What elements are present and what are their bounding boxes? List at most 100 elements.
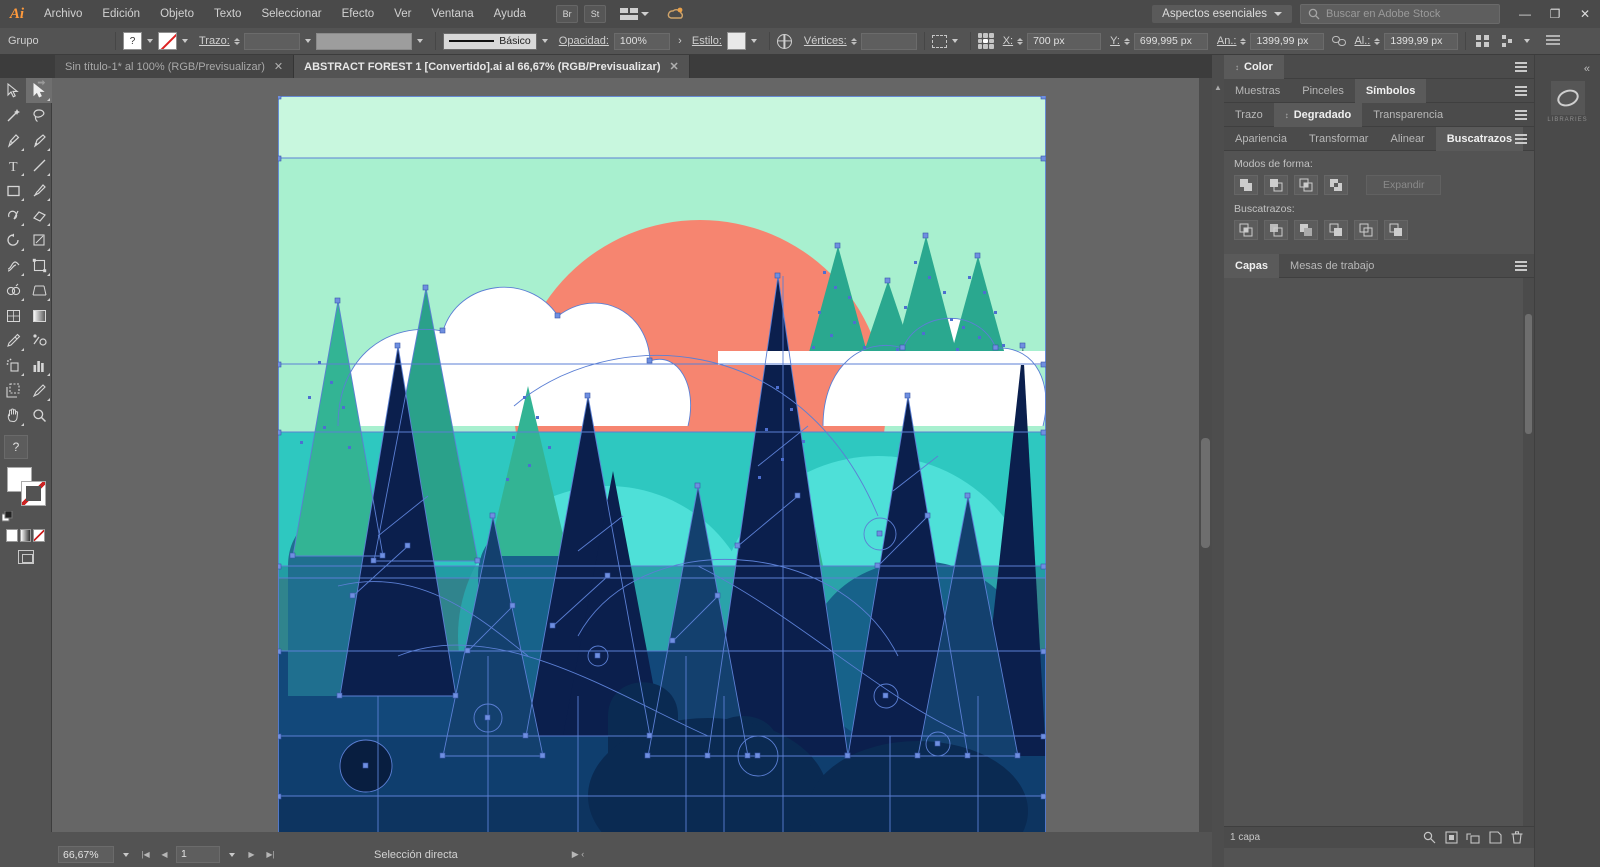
menu-objeto[interactable]: Objeto <box>150 0 204 28</box>
zoom-level-field[interactable]: 66,67% <box>58 846 114 863</box>
line-segment-tool[interactable] <box>26 153 52 178</box>
menu-archivo[interactable]: Archivo <box>34 0 92 28</box>
x-stepper[interactable] <box>1017 38 1023 45</box>
collapse-panels-icon[interactable]: « <box>1584 63 1590 75</box>
stroke-dropdown-icon[interactable] <box>182 39 188 43</box>
document-canvas[interactable] <box>52 78 1212 832</box>
close-tab-icon[interactable]: ✕ <box>274 60 283 73</box>
menu-seleccionar[interactable]: Seleccionar <box>251 0 331 28</box>
lasso-tool[interactable] <box>26 103 52 128</box>
menu-efecto[interactable]: Efecto <box>332 0 385 28</box>
perspective-grid-tool[interactable] <box>26 278 52 303</box>
delete-layer-icon[interactable] <box>1506 829 1528 847</box>
vertices-field[interactable] <box>861 33 917 50</box>
layers-scrollbar[interactable] <box>1523 278 1534 826</box>
lock-proportions-icon[interactable] <box>1332 35 1348 47</box>
tab-transformar[interactable]: Transformar <box>1298 127 1380 151</box>
blend-tool[interactable] <box>26 328 52 353</box>
y-stepper[interactable] <box>1124 38 1130 45</box>
stock-search-input[interactable]: Buscar en Adobe Stock <box>1300 4 1500 24</box>
minus-front-button[interactable] <box>1264 175 1288 195</box>
stroke-profile-field[interactable] <box>316 33 412 50</box>
eyedropper-tool[interactable] <box>0 328 26 353</box>
rectangle-tool[interactable] <box>0 178 26 203</box>
tab-buscatrazos[interactable]: Buscatrazos <box>1436 127 1523 151</box>
tab-pinceles[interactable]: Pinceles <box>1291 79 1355 103</box>
scrollbar-thumb[interactable] <box>1525 314 1532 434</box>
outline-button[interactable] <box>1354 220 1378 240</box>
next-artboard-button[interactable]: ▶ <box>244 846 259 863</box>
intersect-button[interactable] <box>1294 175 1318 195</box>
status-menu-icon[interactable]: ▶ ‹ <box>572 849 584 860</box>
none-fill-button[interactable] <box>33 529 45 542</box>
menu-texto[interactable]: Texto <box>204 0 252 28</box>
shape-builder-tool[interactable] <box>0 278 26 303</box>
artboard-tool[interactable] <box>0 378 26 403</box>
zoom-tool[interactable] <box>26 403 52 428</box>
height-stepper[interactable] <box>1374 38 1380 45</box>
make-mask-icon[interactable] <box>1440 829 1462 847</box>
tab-apariencia[interactable]: Apariencia <box>1224 127 1298 151</box>
tab-mesas-de-trabajo[interactable]: Mesas de trabajo <box>1279 254 1385 278</box>
new-layer-icon[interactable] <box>1484 829 1506 847</box>
brush-dropdown-icon[interactable] <box>542 39 548 43</box>
close-tab-icon[interactable]: ✕ <box>670 60 679 73</box>
tab-simbolos[interactable]: Símbolos <box>1355 79 1427 103</box>
free-transform-tool[interactable] <box>26 253 52 278</box>
artboard-dropdown-icon[interactable] <box>229 853 235 857</box>
style-label[interactable]: Estilo: <box>692 35 722 47</box>
y-field[interactable]: 699,995 px <box>1134 33 1208 50</box>
recolor-artwork-icon[interactable] <box>777 34 792 49</box>
expand-button[interactable]: Expandir <box>1366 175 1441 195</box>
hand-tool[interactable] <box>0 403 26 428</box>
tab-transparencia[interactable]: Transparencia <box>1362 103 1454 127</box>
document-setup-icon[interactable] <box>1543 32 1563 51</box>
tab-degradado[interactable]: ↕ Degradado <box>1274 103 1362 127</box>
panel-menu-icon[interactable] <box>1515 86 1527 96</box>
shaper-tool[interactable] <box>0 203 26 228</box>
pen-tool[interactable] <box>0 128 26 153</box>
locate-object-icon[interactable] <box>1418 829 1440 847</box>
scale-tool[interactable] <box>26 228 52 253</box>
trim-button[interactable] <box>1264 220 1288 240</box>
gradient-tool[interactable] <box>26 303 52 328</box>
menu-ayuda[interactable]: Ayuda <box>484 0 536 28</box>
column-graph-tool[interactable] <box>26 353 52 378</box>
graphic-style-swatch[interactable] <box>727 32 746 50</box>
panel-menu-icon[interactable] <box>1515 110 1527 120</box>
type-tool[interactable]: T <box>0 153 26 178</box>
x-field[interactable]: 700 px <box>1027 33 1101 50</box>
arrange-dropdown-icon[interactable] <box>1524 39 1530 43</box>
merge-button[interactable] <box>1294 220 1318 240</box>
fill-indicator-button[interactable]: ? <box>4 435 28 459</box>
bridge-button[interactable]: Br <box>556 5 578 23</box>
magic-wand-tool[interactable] <box>0 103 26 128</box>
close-button[interactable]: ✕ <box>1570 0 1600 28</box>
menu-ver[interactable]: Ver <box>384 0 421 28</box>
stroke-profile-dropdown-icon[interactable] <box>417 39 423 43</box>
style-dropdown-icon[interactable] <box>751 39 757 43</box>
stroke-swatch[interactable] <box>21 481 46 506</box>
eraser-tool[interactable] <box>26 203 52 228</box>
scrollbar-thumb[interactable] <box>1201 438 1210 548</box>
symbol-sprayer-tool[interactable] <box>0 353 26 378</box>
menu-edicion[interactable]: Edición <box>92 0 150 28</box>
unite-button[interactable] <box>1234 175 1258 195</box>
vertices-stepper[interactable] <box>851 38 857 45</box>
stroke-weight-label[interactable]: Trazo: <box>199 35 230 47</box>
stroke-weight-field[interactable] <box>244 33 300 50</box>
panel-menu-icon[interactable] <box>1515 261 1527 271</box>
opacity-flyout-icon[interactable]: › <box>670 32 690 51</box>
default-fill-stroke-icon[interactable] <box>2 511 14 523</box>
stroke-weight-stepper[interactable] <box>234 38 240 45</box>
tab-capas[interactable]: Capas <box>1224 254 1279 278</box>
brush-definition-field[interactable]: Básico <box>443 33 537 50</box>
tab-muestras[interactable]: Muestras <box>1224 79 1291 103</box>
prev-artboard-button[interactable]: ◀ <box>157 846 172 863</box>
rotate-tool[interactable] <box>0 228 26 253</box>
minus-back-button[interactable] <box>1384 220 1408 240</box>
gradient-fill-button[interactable] <box>20 529 32 542</box>
stroke-weight-dropdown-icon[interactable] <box>305 39 311 43</box>
creative-cloud-libraries-icon[interactable] <box>1551 81 1585 115</box>
menu-ventana[interactable]: Ventana <box>421 0 483 28</box>
